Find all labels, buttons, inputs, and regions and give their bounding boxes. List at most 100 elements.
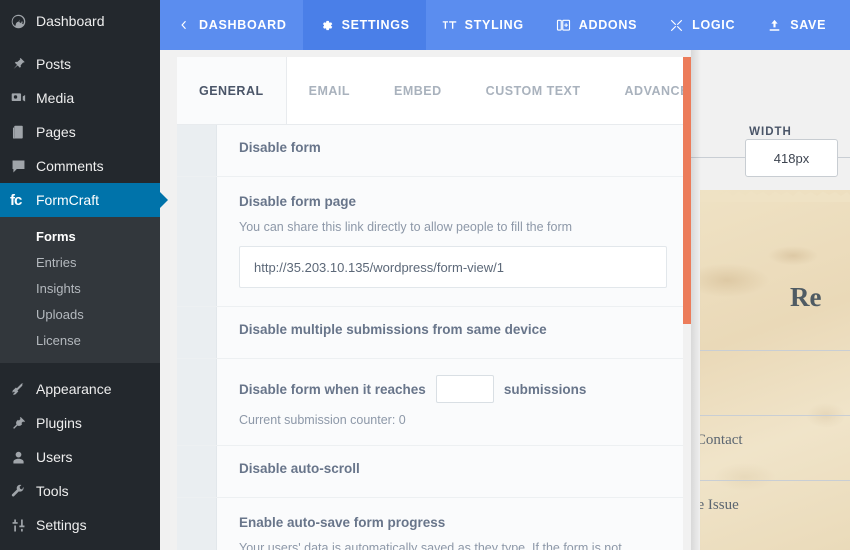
app-root: Dashboard Posts Media Pages Comments fc … [0, 0, 850, 550]
row-toggle-gutter[interactable] [177, 359, 217, 445]
tab-custom-text[interactable]: CUSTOM TEXT [464, 57, 603, 124]
wp-admin-sidebar: Dashboard Posts Media Pages Comments fc … [0, 0, 168, 550]
sidebar-item-label: Plugins [36, 415, 82, 431]
sidebar-item-label: FormCraft [36, 192, 99, 208]
setting-title-suffix: submissions [503, 381, 587, 397]
sidebar-item-pages[interactable]: Pages [0, 115, 160, 149]
row-body: Disable form [217, 125, 683, 176]
plug-icon [10, 413, 36, 433]
formcraft-logo-icon: fc [10, 190, 36, 210]
form-preview-area: WIDTH Re : Contact ne Issue [691, 50, 850, 550]
setting-row-autosave: Enable auto-save form progress Your user… [177, 498, 683, 550]
sidebar-item-settings[interactable]: Settings [0, 508, 160, 542]
width-input[interactable] [745, 139, 838, 177]
sidebar-separator [0, 363, 160, 372]
submission-counter-text: Current submission counter: 0 [239, 413, 406, 427]
toolbar-item-addons[interactable]: ADDONS [540, 0, 653, 50]
submenu-item-forms[interactable]: Forms [0, 224, 160, 250]
toolbar-item-dashboard[interactable]: DASHBOARD [160, 0, 303, 50]
pin-icon [10, 54, 36, 74]
addons-icon [556, 18, 571, 33]
setting-description: Your users' data is automatically saved … [239, 541, 622, 550]
formcraft-toolbar: DASHBOARD SETTINGS STYLING ADDONS LOGIC [160, 0, 850, 50]
setting-title: Disable multiple submissions from same d… [239, 322, 547, 337]
setting-row-disable-form-page: Disable form page You can share this lin… [177, 177, 683, 307]
width-label: WIDTH [749, 126, 792, 138]
user-icon [10, 447, 36, 467]
toolbar-item-logic[interactable]: LOGIC [653, 0, 751, 50]
submission-limit-input[interactable] [435, 375, 494, 403]
tab-label: ADVANCED [624, 83, 683, 98]
tab-label: GENERAL [199, 83, 264, 98]
toolbar-item-label: SETTINGS [341, 18, 410, 32]
width-guide-line-left [691, 157, 745, 158]
sidebar-item-appearance[interactable]: Appearance [0, 372, 160, 406]
width-guide-line-right [838, 157, 850, 158]
sidebar-item-posts[interactable]: Posts [0, 47, 160, 81]
gear-icon [319, 18, 334, 33]
row-toggle-gutter[interactable] [177, 125, 217, 176]
dashboard-icon [10, 11, 36, 31]
toolbar-item-save[interactable]: SAVE [751, 0, 842, 50]
comment-icon [10, 156, 36, 176]
settings-scrollbar[interactable] [683, 57, 691, 324]
sidebar-item-label: Dashboard [36, 13, 105, 29]
tab-embed[interactable]: EMBED [372, 57, 464, 124]
sidebar-item-dashboard[interactable]: Dashboard [0, 4, 160, 38]
row-body: Disable form when it reaches submissions… [217, 359, 683, 445]
form-field-divider [700, 480, 850, 481]
upload-icon [767, 18, 782, 33]
text-size-icon [442, 18, 457, 33]
form-preview-title: Re [790, 282, 822, 312]
toolbar-item-settings[interactable]: SETTINGS [302, 0, 426, 50]
setting-row-disable-autoscroll: Disable auto-scroll [177, 446, 683, 498]
sidebar-item-label: Pages [36, 124, 76, 140]
submission-limit-row: Disable form when it reaches submissions [239, 375, 665, 403]
settings-panel: GENERAL EMAIL EMBED CUSTOM TEXT ADVANCED… [177, 57, 683, 550]
submenu-item-insights[interactable]: Insights [0, 276, 160, 302]
form-field-label-issue: ne Issue [700, 497, 739, 513]
form-field-label-contact: : Contact [700, 432, 743, 448]
tab-general[interactable]: GENERAL [177, 57, 287, 124]
form-field-divider [700, 415, 850, 416]
settings-tabs: GENERAL EMAIL EMBED CUSTOM TEXT ADVANCED [177, 57, 683, 125]
toolbar-item-label: LOGIC [692, 18, 736, 32]
settings-rows: Disable form Disable form page You can s… [177, 125, 683, 550]
logic-icon [669, 18, 684, 33]
row-body: Disable auto-scroll [217, 446, 683, 497]
pages-icon [10, 122, 36, 142]
row-toggle-gutter[interactable] [177, 177, 217, 306]
sidebar-item-media[interactable]: Media [0, 81, 160, 115]
form-field-divider [700, 350, 850, 351]
submenu-item-license[interactable]: License [0, 328, 160, 354]
torn-paper-edge-icon [700, 191, 850, 202]
setting-description: You can share this link directly to allo… [239, 220, 573, 234]
row-toggle-gutter[interactable] [177, 446, 217, 497]
sidebar-item-tools[interactable]: Tools [0, 474, 160, 508]
toolbar-item-preview[interactable]: PREVIEW [842, 0, 850, 50]
sidebar-item-comments[interactable]: Comments [0, 149, 160, 183]
sidebar-item-formcraft[interactable]: fc FormCraft [0, 183, 168, 217]
tab-advanced[interactable]: ADVANCED [603, 57, 683, 124]
setting-row-disable-multiple-submissions: Disable multiple submissions from same d… [177, 307, 683, 359]
submenu-item-uploads[interactable]: Uploads [0, 302, 160, 328]
sidebar-item-label: Tools [36, 483, 69, 499]
sidebar-item-users[interactable]: Users [0, 440, 160, 474]
sidebar-separator [0, 38, 160, 47]
sidebar-item-label: Users [36, 449, 73, 465]
brush-icon [10, 379, 36, 399]
sidebar-item-label: Media [36, 90, 75, 106]
toolbar-item-styling[interactable]: STYLING [426, 0, 540, 50]
submenu-item-entries[interactable]: Entries [0, 250, 160, 276]
setting-title: Disable auto-scroll [239, 461, 360, 476]
media-icon [10, 88, 36, 108]
row-toggle-gutter[interactable] [177, 498, 217, 550]
sliders-icon [10, 515, 36, 535]
tab-email[interactable]: EMAIL [287, 57, 372, 124]
row-body: Enable auto-save form progress Your user… [217, 498, 683, 550]
tab-label: EMAIL [308, 83, 351, 98]
form-page-url-input[interactable] [239, 246, 667, 288]
row-toggle-gutter[interactable] [177, 307, 217, 358]
formcraft-logo-text: fc [10, 191, 22, 209]
sidebar-item-plugins[interactable]: Plugins [0, 406, 160, 440]
